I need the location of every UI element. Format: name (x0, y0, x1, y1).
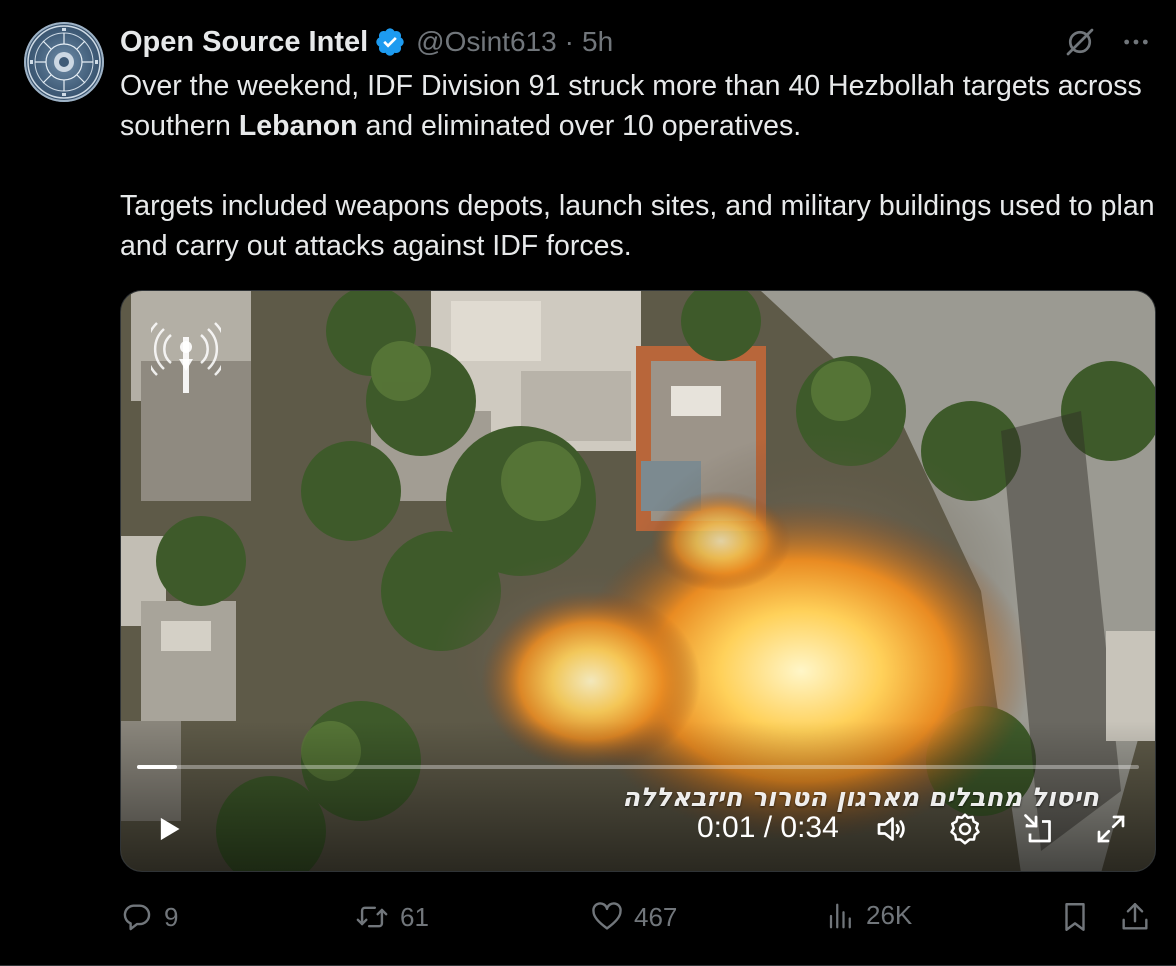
idf-watermark-icon (151, 322, 221, 393)
views-icon (829, 903, 851, 928)
verified-badge-icon (376, 28, 404, 56)
fullscreen-icon (1097, 815, 1125, 843)
share-button[interactable] (1118, 900, 1162, 934)
views-button[interactable]: 26K (826, 900, 912, 931)
grok-icon[interactable] (1062, 24, 1098, 60)
repost-icon (356, 906, 388, 928)
volume-button[interactable] (873, 811, 909, 847)
settings-icon (950, 813, 980, 845)
video-progress-bar[interactable] (137, 765, 1139, 769)
tweet-text-bold: Lebanon (238, 110, 358, 142)
tweet-text-part: and eliminated over 10 operatives. (357, 110, 802, 142)
tweet-actions: 9 61 467 26K (120, 892, 1160, 944)
fullscreen-button[interactable] (1093, 811, 1129, 847)
video-timecode: 0:01 / 0:34 (697, 811, 839, 844)
like-button[interactable]: 467 (590, 900, 677, 934)
video-progress-fill (137, 765, 178, 769)
avatar[interactable] (24, 22, 104, 102)
pip-icon (1024, 814, 1051, 843)
reply-icon (123, 904, 151, 931)
bookmark-icon (1065, 903, 1085, 931)
avatar-emblem-icon (27, 25, 101, 99)
video-controls: 0:01 / 0:34 (121, 803, 1155, 853)
tweet-text: Over the weekend, IDF Division 91 struck… (120, 66, 1160, 266)
more-icon[interactable] (1120, 26, 1152, 58)
view-count: 26K (866, 900, 913, 930)
tweet-paragraph-2: Targets included weapons depots, launch … (120, 190, 1155, 262)
share-icon (1122, 903, 1148, 930)
repost-button[interactable]: 61 (354, 900, 429, 934)
tweet-header: Open Source Intel @Osint613 · 5h (120, 22, 613, 62)
display-name[interactable]: Open Source Intel (120, 26, 368, 59)
bookmark-button[interactable] (1058, 900, 1102, 934)
play-icon[interactable] (155, 815, 183, 843)
header-actions (1062, 24, 1152, 60)
like-count: 467 (634, 901, 678, 932)
video-player[interactable]: חיסול מחבלים מארגון הטרור חיזבאללה 0:01 … (120, 290, 1156, 872)
handle[interactable]: @Osint613 (416, 26, 557, 58)
reply-button[interactable]: 9 (120, 900, 178, 934)
settings-button[interactable] (947, 811, 983, 847)
volume-icon (877, 817, 905, 841)
tweet: Open Source Intel @Osint613 · 5h Over th… (0, 0, 1176, 966)
timestamp[interactable]: 5h (582, 26, 613, 58)
tweet-paragraph-1: Over the weekend, IDF Division 91 struck… (120, 66, 1160, 146)
like-icon (592, 902, 622, 930)
repost-count: 61 (400, 901, 429, 932)
separator-dot: · (564, 26, 574, 57)
reply-count: 9 (164, 901, 179, 932)
picture-in-picture-button[interactable] (1021, 811, 1057, 847)
